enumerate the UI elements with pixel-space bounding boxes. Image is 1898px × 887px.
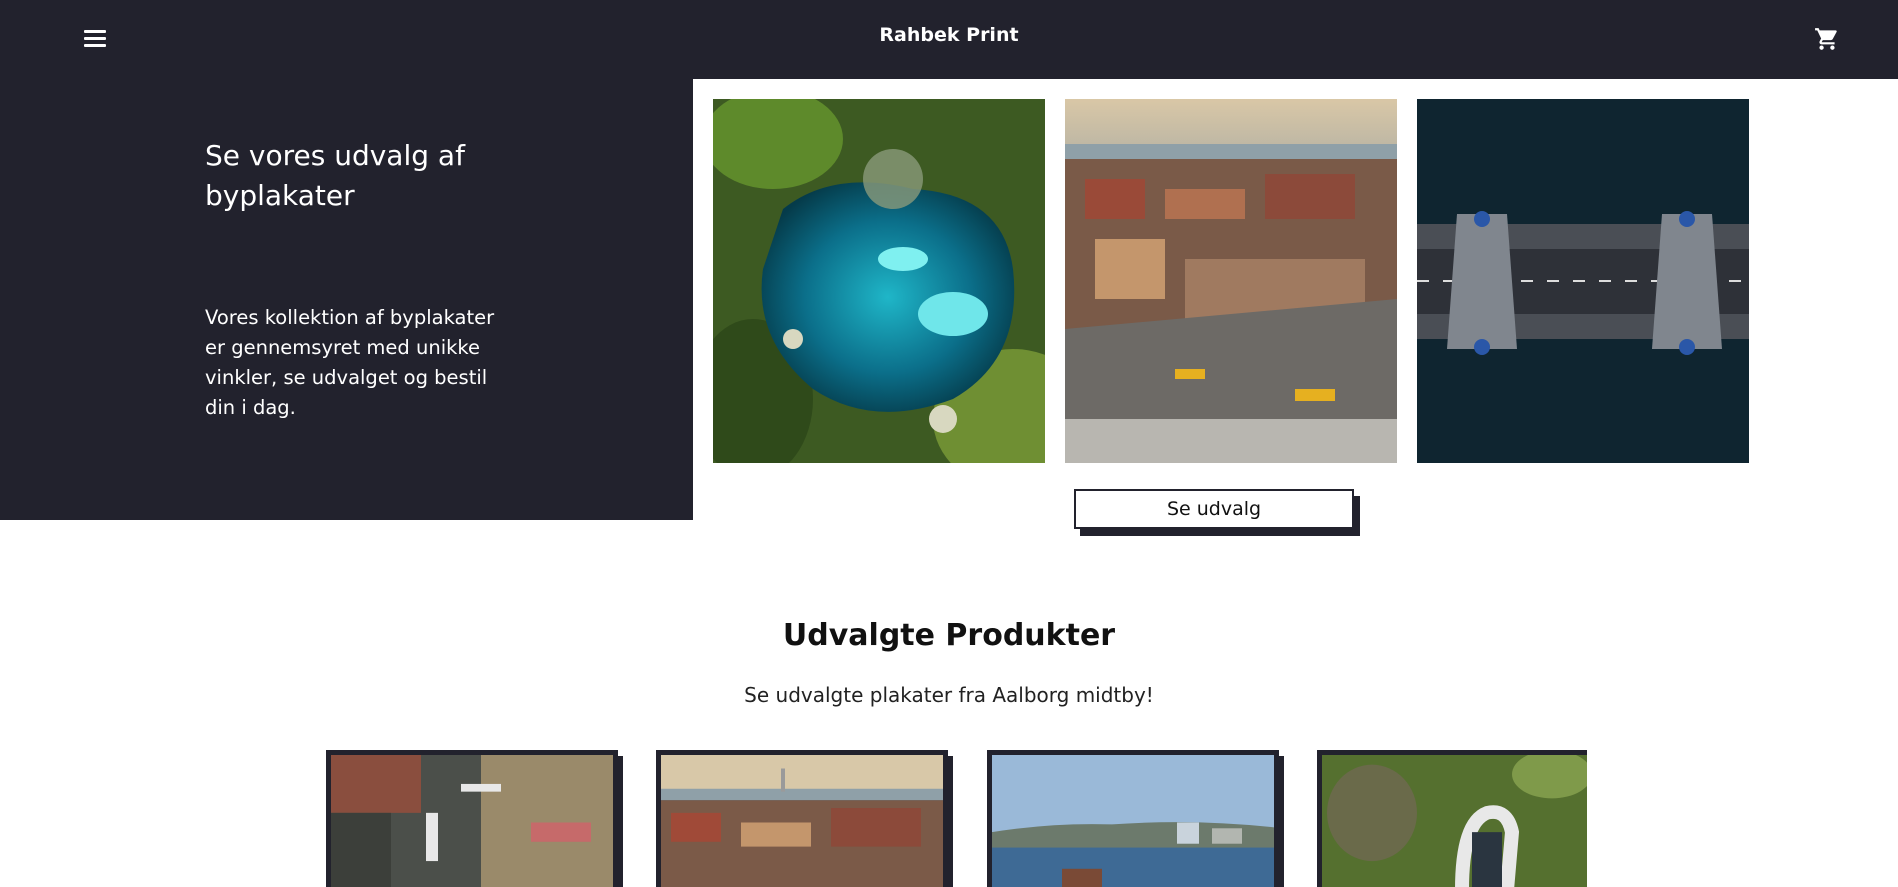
product-card-skyline[interactable] [656, 750, 948, 887]
se-udvalg-button[interactable]: Se udvalg [1074, 489, 1354, 529]
hero-title: Se vores udvalg af byplakater [205, 139, 465, 212]
featured-title: Udvalgte Produkter [782, 618, 1116, 653]
hero-description: Vores kollektion af byplakater er gennem… [205, 306, 495, 419]
brand-logo[interactable]: Rahbek Print [0, 24, 1898, 46]
product-card-park[interactable] [1317, 750, 1587, 887]
hero-photo-bridge[interactable] [1417, 99, 1749, 463]
featured-subtitle: Se udvalgte plakater fra Aalborg midtby! [744, 683, 1154, 707]
hero-photo-lake[interactable] [713, 99, 1045, 463]
shopping-cart-icon[interactable] [1813, 26, 1841, 52]
product-card-harbour[interactable] [987, 750, 1279, 887]
product-card-street[interactable] [326, 750, 618, 887]
hero-photo-city[interactable] [1065, 99, 1397, 463]
